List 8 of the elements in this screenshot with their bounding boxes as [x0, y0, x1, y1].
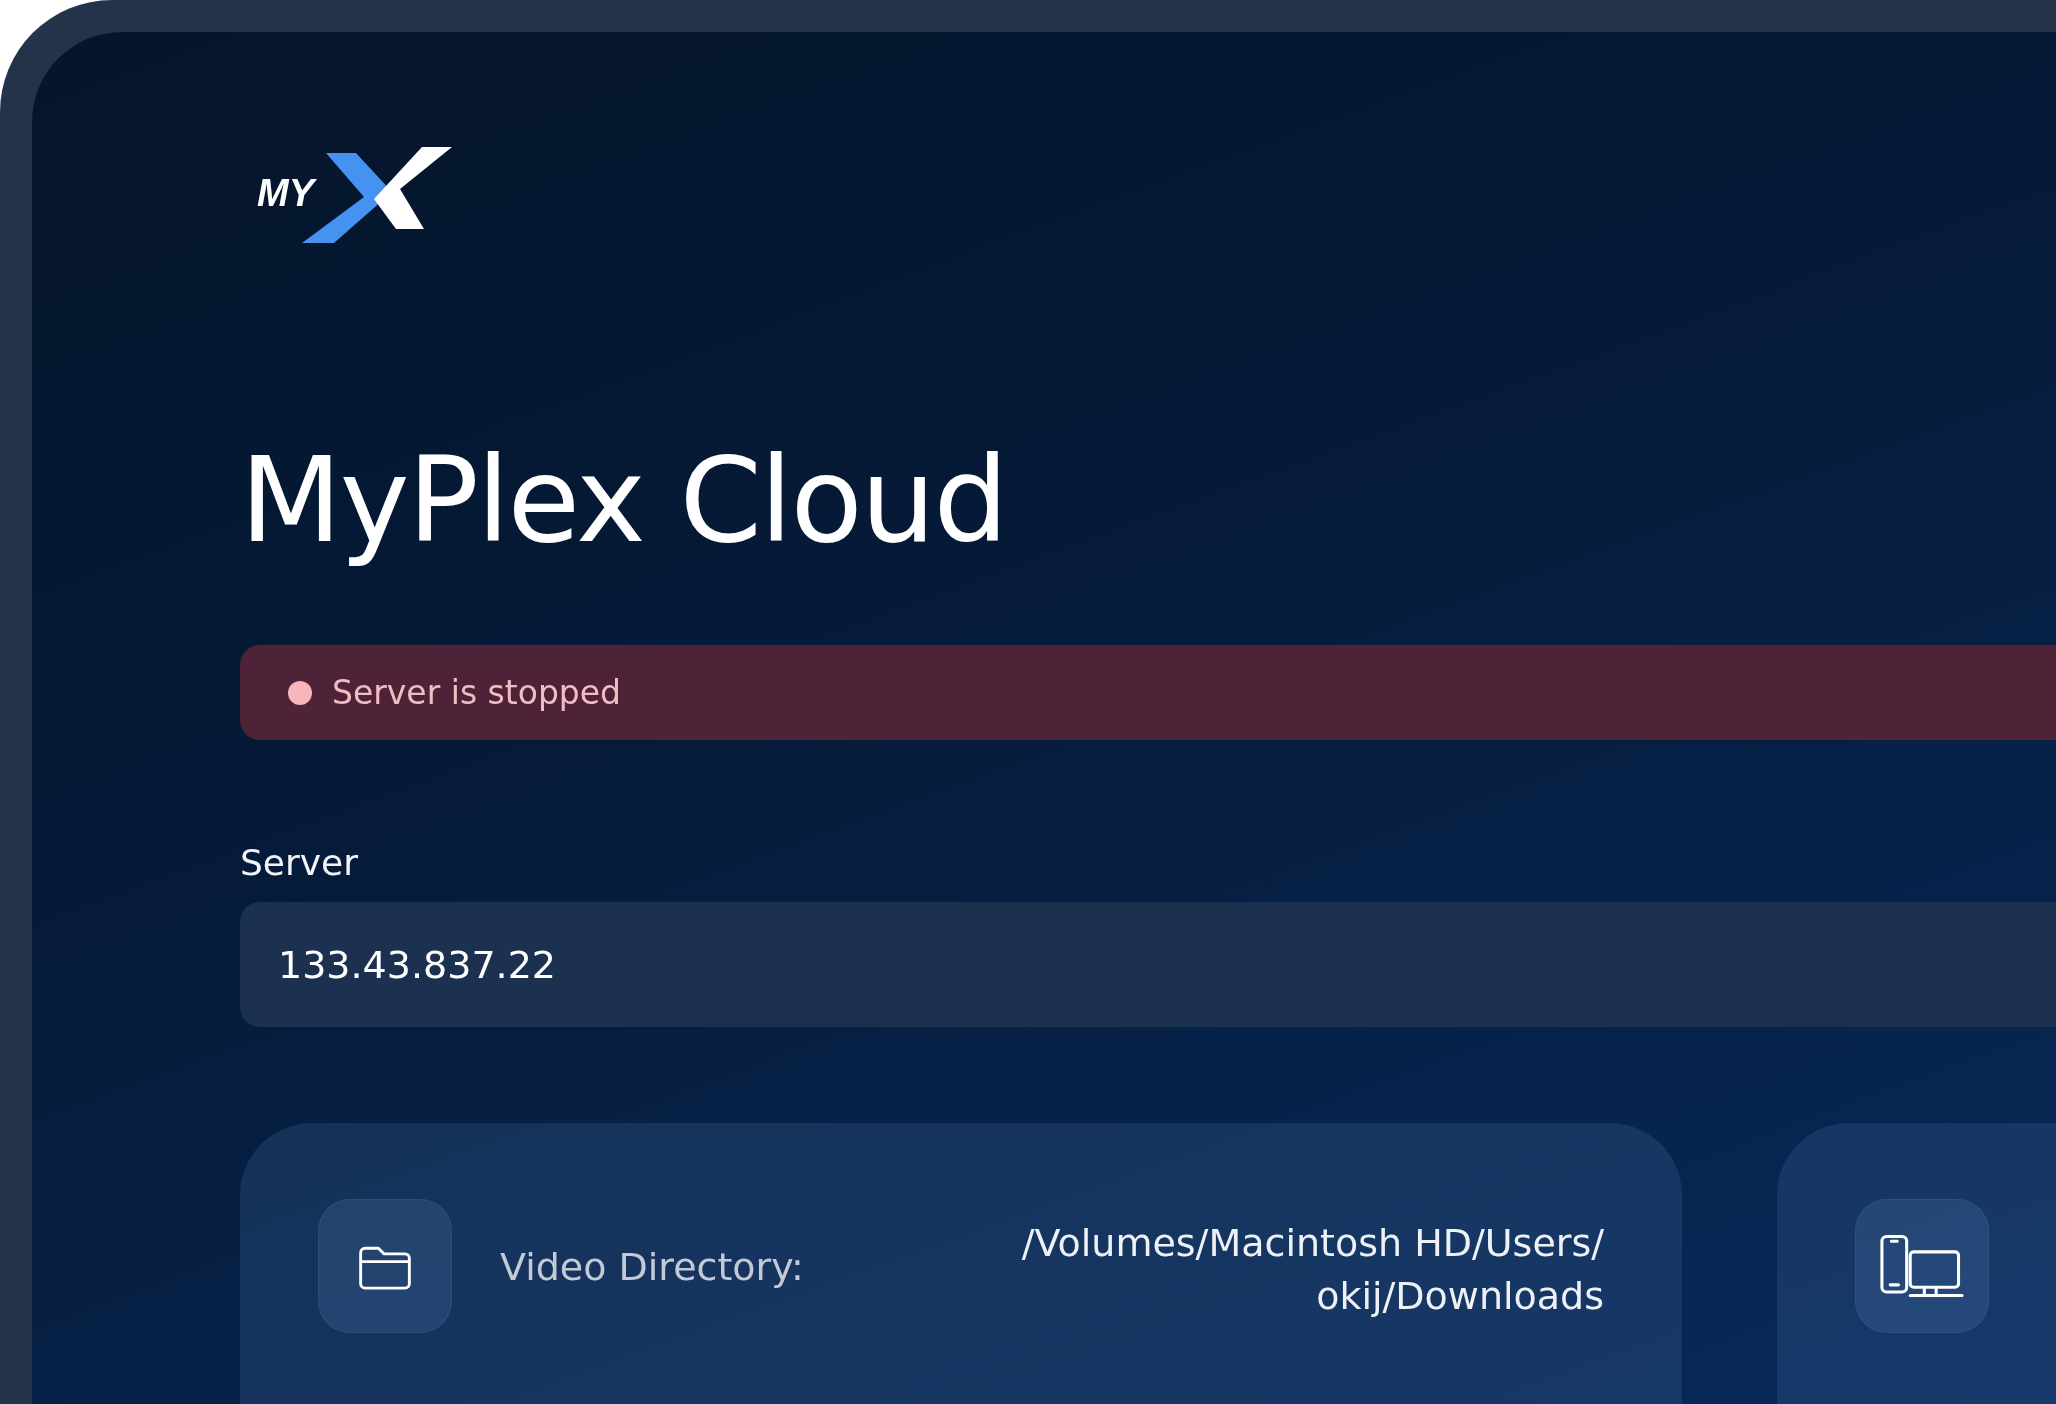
server-field[interactable]: 133.43.837.22: [240, 902, 2056, 1027]
status-text: Server is stopped: [332, 673, 622, 712]
card-label: Video Directory:: [500, 1245, 804, 1289]
directory-path: /Volumes/Macintosh HD/Users/ okij/Downloads: [1021, 1220, 1604, 1320]
field-label: Server: [240, 841, 360, 885]
status-dot: [288, 680, 312, 705]
app-title: MyPlex Cloud: [240, 430, 1008, 571]
phone-monitor-icon: [1878, 1233, 1966, 1299]
